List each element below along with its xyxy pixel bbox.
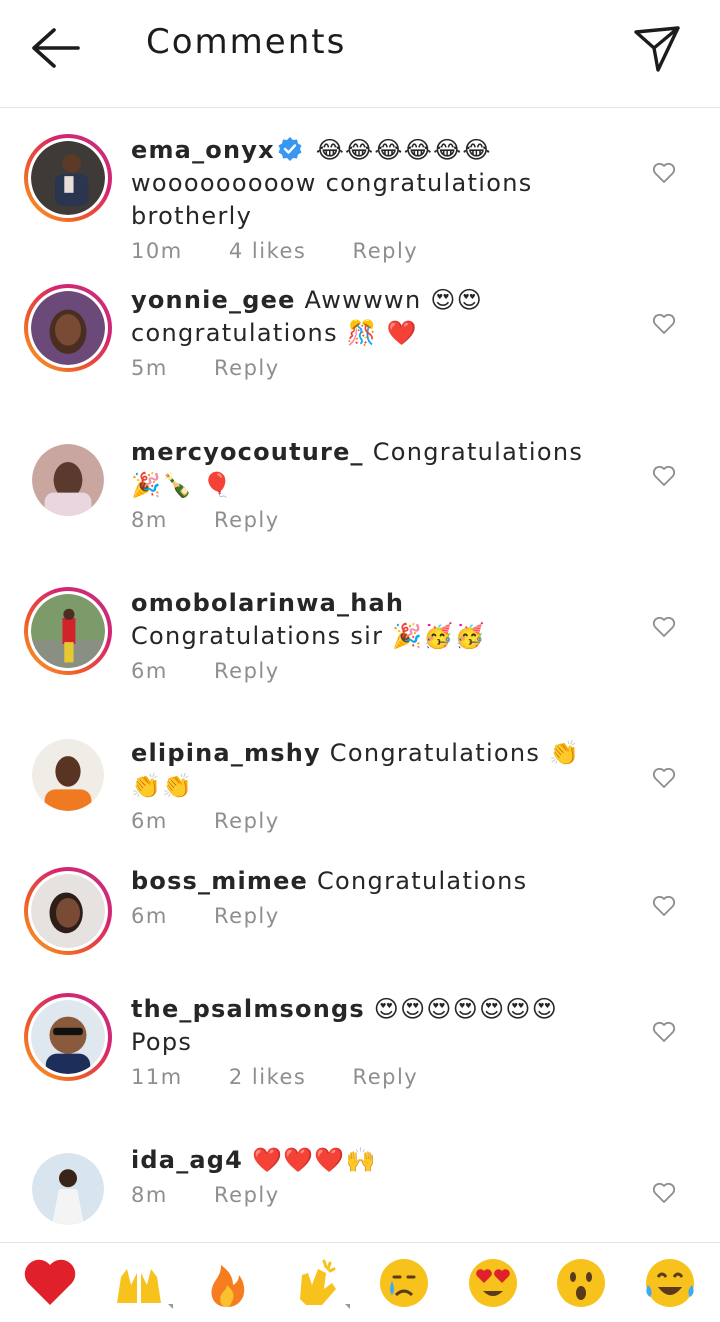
comment-item: boss_mimee Congratulations 6m Reply <box>0 839 720 967</box>
reply-button[interactable]: Reply <box>353 1065 419 1089</box>
top-bar: Comments <box>0 0 720 108</box>
reply-button[interactable]: Reply <box>214 356 280 380</box>
comment-item: omobolarinwa_hah Congratulations sir 🎉🥳🥳… <box>0 561 720 711</box>
comment-text: the_psalmsongs 😍😍😍😍😍😍😍 Pops <box>131 993 610 1059</box>
tears-of-joy-icon[interactable] <box>640 1253 700 1313</box>
comment-text: yonnie_gee Awwwwn 😍😍 congratulations 🎊 ❤… <box>131 284 610 350</box>
comment-item: yonnie_gee Awwwwn 😍😍 congratulations 🎊 ❤… <box>0 259 720 410</box>
comment-meta: 6m Reply <box>131 809 610 833</box>
like-heart-icon[interactable] <box>652 1182 676 1204</box>
comment-meta: 8m Reply <box>131 1183 610 1207</box>
comment-text: ema_onyx 😂😂😂😂😂😂 wooooooooow congratulati… <box>131 134 610 233</box>
comment-time: 11m <box>131 1065 183 1089</box>
page-title: Comments <box>146 22 347 62</box>
comment-body: ❤️❤️❤️🙌 <box>252 1146 377 1174</box>
back-arrow-icon[interactable] <box>26 22 86 74</box>
comment-username[interactable]: ema_onyx <box>131 136 275 164</box>
reply-button[interactable]: Reply <box>214 1183 280 1207</box>
comment-username[interactable]: the_psalmsongs <box>131 995 365 1023</box>
comment-time: 6m <box>131 904 168 928</box>
comment-list: ema_onyx 😂😂😂😂😂😂 wooooooooow congratulati… <box>0 108 720 1231</box>
avatar[interactable] <box>32 444 104 516</box>
comment-text: omobolarinwa_hah Congratulations sir 🎉🥳🥳 <box>131 587 610 653</box>
verified-badge-icon <box>277 136 303 162</box>
avatar[interactable] <box>32 1153 104 1225</box>
comment-text: ida_ag4 ❤️❤️❤️🙌 <box>131 1144 610 1177</box>
comment-username[interactable]: mercyocouture_ <box>131 438 364 466</box>
like-heart-icon[interactable] <box>652 895 676 917</box>
surprised-face-icon[interactable] <box>551 1253 611 1313</box>
comment-time: 8m <box>131 1183 168 1207</box>
comment-item: the_psalmsongs 😍😍😍😍😍😍😍 Pops 11m 2 likes … <box>0 967 720 1119</box>
heart-eyes-icon[interactable] <box>463 1253 523 1313</box>
avatar[interactable] <box>24 284 112 372</box>
like-heart-icon[interactable] <box>652 767 676 789</box>
comment-likes[interactable]: 2 likes <box>229 1065 306 1089</box>
comment-meta: 6m Reply <box>131 659 610 683</box>
comment-body: Congratulations <box>316 867 528 895</box>
reply-button[interactable]: Reply <box>214 809 280 833</box>
comment-body: Congratulations sir 🎉🥳🥳 <box>131 622 486 650</box>
comment-text: mercyocouture_ Congratulations 🎉🍾 🎈 <box>131 436 610 502</box>
comment-username[interactable]: yonnie_gee <box>131 286 296 314</box>
fire-icon[interactable] <box>197 1253 257 1313</box>
avatar[interactable] <box>24 867 112 955</box>
crying-face-icon[interactable] <box>374 1253 434 1313</box>
comment-time: 6m <box>131 659 168 683</box>
like-heart-icon[interactable] <box>652 465 676 487</box>
comment-username[interactable]: ida_ag4 <box>131 1146 243 1174</box>
comment-meta: 8m Reply <box>131 508 610 532</box>
comment-meta: 5m Reply <box>131 356 610 380</box>
comment-meta: 11m 2 likes Reply <box>131 1065 610 1089</box>
quick-reaction-bar <box>0 1242 720 1322</box>
comment-item: mercyocouture_ Congratulations 🎉🍾 🎈 8m R… <box>0 410 720 561</box>
comment-text: elipina_mshy Congratulations 👏👏👏 <box>131 737 610 803</box>
avatar[interactable] <box>32 739 104 811</box>
comment-time: 8m <box>131 508 168 532</box>
send-direct-icon[interactable] <box>632 24 682 74</box>
comment-meta: 6m Reply <box>131 904 610 928</box>
comment-item: ida_ag4 ❤️❤️❤️🙌 8m Reply <box>0 1119 720 1231</box>
like-heart-icon[interactable] <box>652 162 676 184</box>
comment-username[interactable]: boss_mimee <box>131 867 308 895</box>
avatar[interactable] <box>24 134 112 222</box>
like-heart-icon[interactable] <box>652 1021 676 1043</box>
reply-button[interactable]: Reply <box>214 659 280 683</box>
avatar[interactable] <box>24 993 112 1081</box>
comment-item: elipina_mshy Congratulations 👏👏👏 6m Repl… <box>0 711 720 839</box>
clapping-hands-icon[interactable] <box>286 1253 350 1313</box>
like-heart-icon[interactable] <box>652 616 676 638</box>
comment-item: ema_onyx 😂😂😂😂😂😂 wooooooooow congratulati… <box>0 108 720 263</box>
comment-time: 6m <box>131 809 168 833</box>
avatar[interactable] <box>24 587 112 675</box>
reply-button[interactable]: Reply <box>214 508 280 532</box>
raising-hands-icon[interactable] <box>109 1253 173 1313</box>
reply-button[interactable]: Reply <box>214 904 280 928</box>
like-heart-icon[interactable] <box>652 313 676 335</box>
comment-username[interactable]: omobolarinwa_hah <box>131 589 404 617</box>
comment-time: 5m <box>131 356 168 380</box>
red-heart-icon[interactable] <box>20 1253 80 1313</box>
comment-text: boss_mimee Congratulations <box>131 865 610 898</box>
comment-username[interactable]: elipina_mshy <box>131 739 321 767</box>
